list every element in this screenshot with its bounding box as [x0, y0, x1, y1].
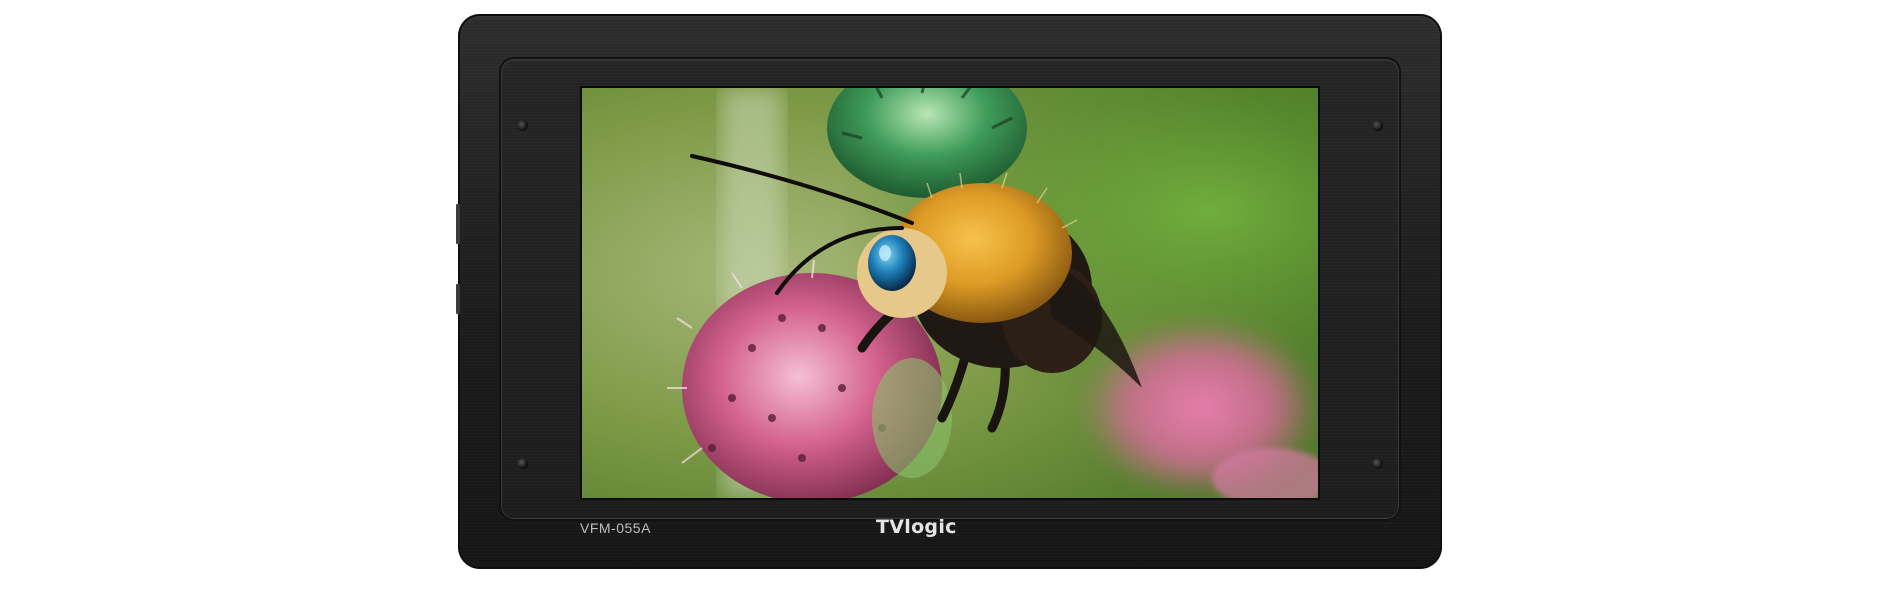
product-image: VFM-055A TVlogic	[0, 0, 1900, 600]
brand-logo: TVlogic	[876, 516, 957, 538]
screw-icon	[517, 458, 528, 469]
bee-photo	[582, 88, 1318, 498]
screw-icon	[1372, 458, 1383, 469]
side-port	[456, 204, 460, 244]
screw-icon	[517, 120, 528, 131]
display-screen	[582, 88, 1318, 498]
screw-icon	[1372, 120, 1383, 131]
side-port	[456, 284, 460, 314]
monitor-body: VFM-055A TVlogic	[456, 14, 1442, 569]
model-label: VFM-055A	[580, 520, 651, 536]
